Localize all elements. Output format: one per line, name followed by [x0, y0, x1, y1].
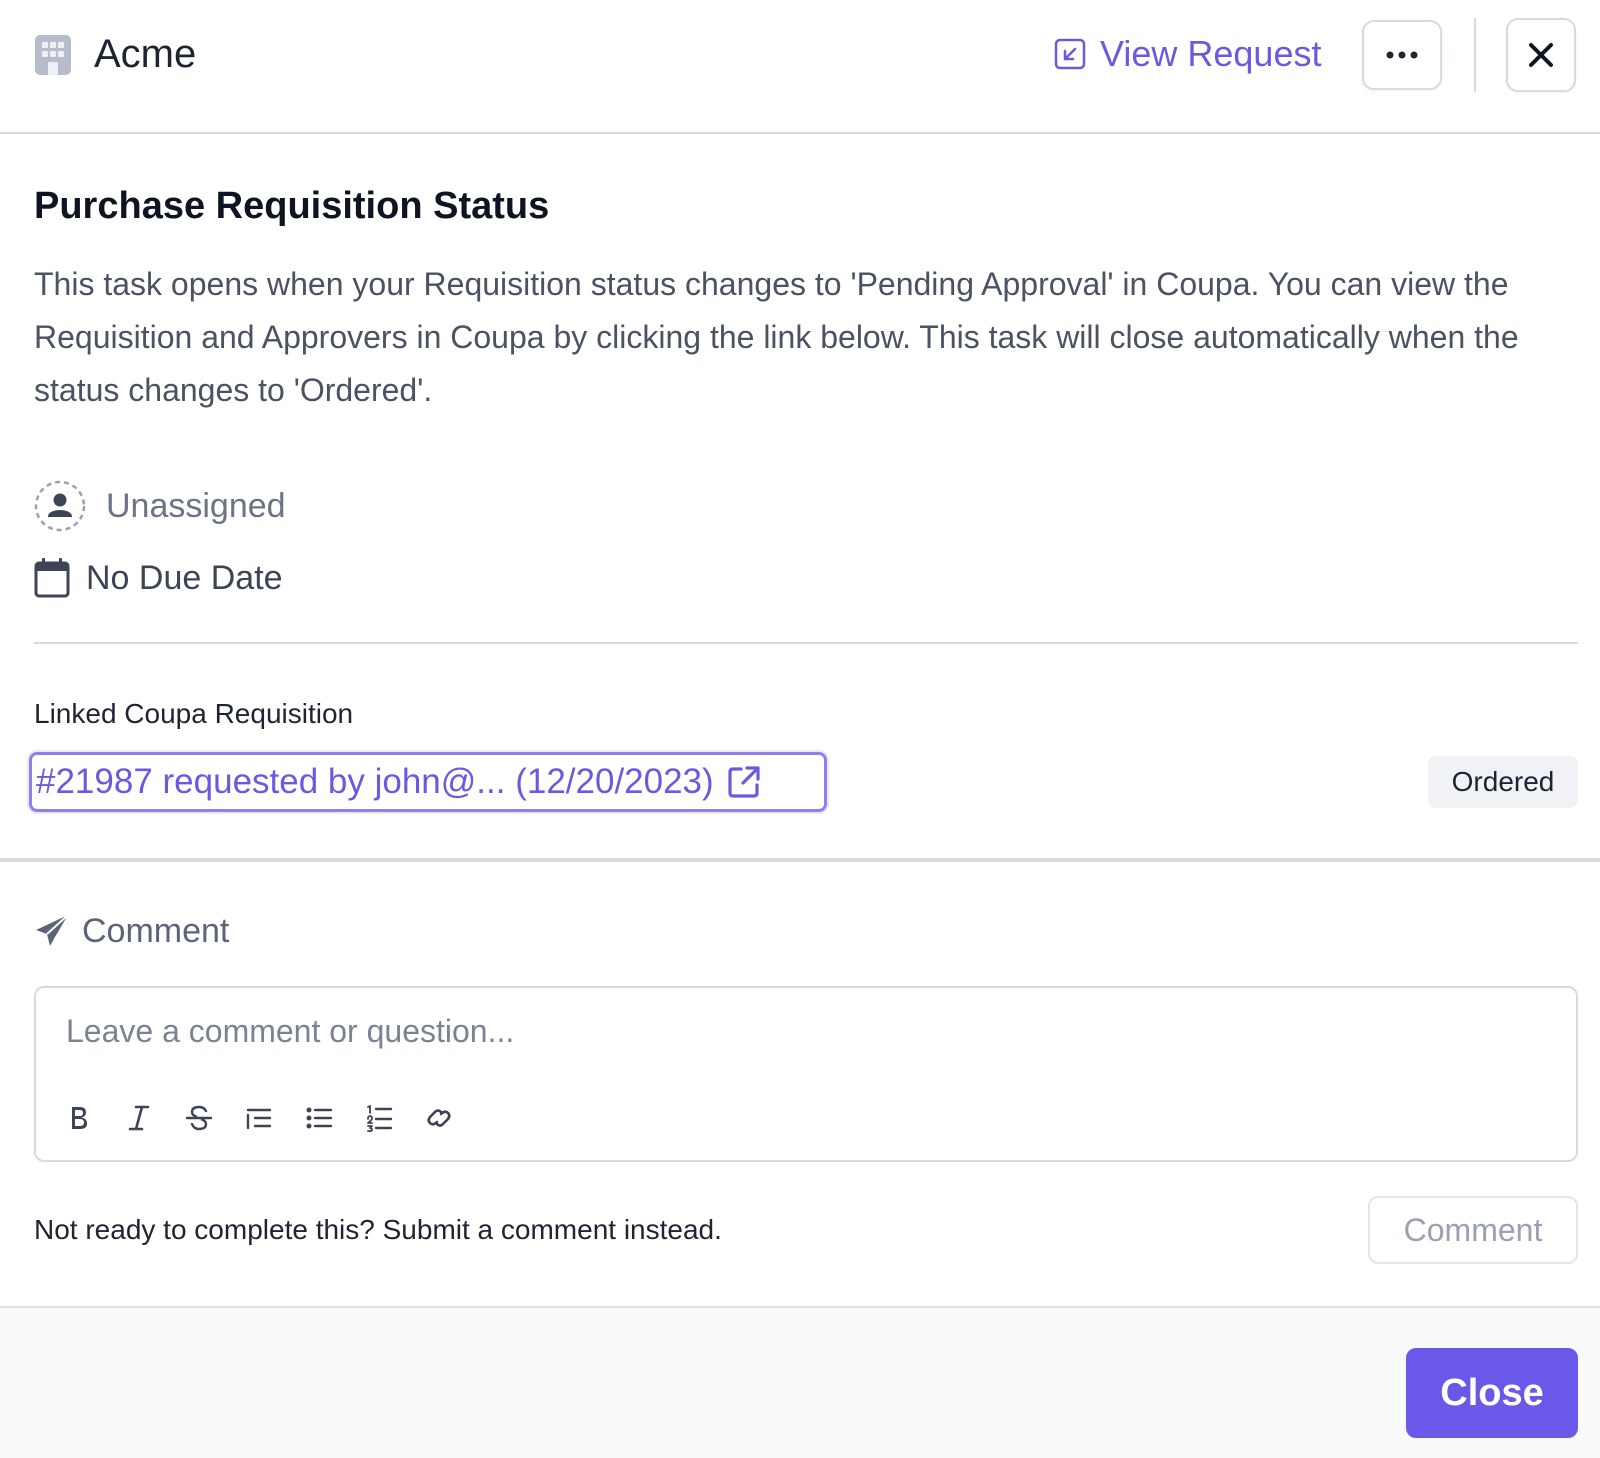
assignee-label: Unassigned [106, 486, 286, 525]
user-circle-icon [34, 480, 86, 532]
link-icon[interactable] [420, 1099, 458, 1137]
due-date-picker[interactable]: No Due Date [34, 550, 283, 606]
open-in-arrow-icon [1054, 38, 1086, 70]
bold-icon[interactable] [60, 1099, 98, 1137]
comment-header: Comment [34, 906, 229, 956]
requisition-link[interactable]: #21987 requested by john@... (12/20/2023… [29, 752, 827, 812]
italic-icon[interactable] [120, 1099, 158, 1137]
submit-comment-button[interactable]: Comment [1368, 1196, 1578, 1264]
header-divider [1474, 18, 1476, 92]
strikethrough-icon[interactable] [180, 1099, 218, 1137]
numbered-list-icon[interactable] [360, 1099, 398, 1137]
ellipsis-icon [1386, 51, 1418, 59]
comment-hint: Not ready to complete this? Submit a com… [34, 1214, 722, 1245]
close-drawer-button[interactable] [1506, 18, 1576, 92]
comment-title: Comment [82, 911, 230, 950]
external-link-icon [728, 766, 760, 798]
calendar-icon [34, 558, 70, 598]
task-title: Purchase Requisition Status [34, 185, 550, 227]
comment-input[interactable] [66, 1010, 1536, 1070]
close-icon [1529, 43, 1553, 67]
close-button[interactable]: Close [1406, 1348, 1578, 1438]
org-name: Acme [94, 32, 197, 76]
paper-plane-icon [36, 914, 69, 946]
formatting-toolbar [60, 1098, 480, 1138]
comment-editor [34, 986, 1578, 1162]
more-options-button[interactable] [1362, 20, 1442, 90]
view-request-link[interactable]: View Request [1054, 26, 1321, 82]
linked-requisition-label: Linked Coupa Requisition [34, 698, 354, 729]
bullet-list-icon[interactable] [300, 1099, 338, 1137]
task-drawer: Acme View Request Purchase Requisition S… [0, 0, 1600, 1458]
assignee-picker[interactable]: Unassigned [34, 478, 286, 534]
task-description: This task opens when your Requisition st… [34, 266, 1519, 408]
view-request-label: View Request [1100, 33, 1322, 74]
drawer-footer: Close [0, 1306, 1600, 1458]
drawer-header: Acme View Request [0, 0, 1600, 134]
section-divider-thick [0, 858, 1600, 862]
requisition-link-text: #21987 requested by john@... (12/20/2023… [36, 762, 714, 801]
section-divider [34, 642, 1578, 644]
building-icon [35, 35, 71, 75]
indent-icon[interactable] [240, 1099, 278, 1137]
due-date-label: No Due Date [86, 558, 283, 597]
status-badge: Ordered [1428, 756, 1578, 808]
